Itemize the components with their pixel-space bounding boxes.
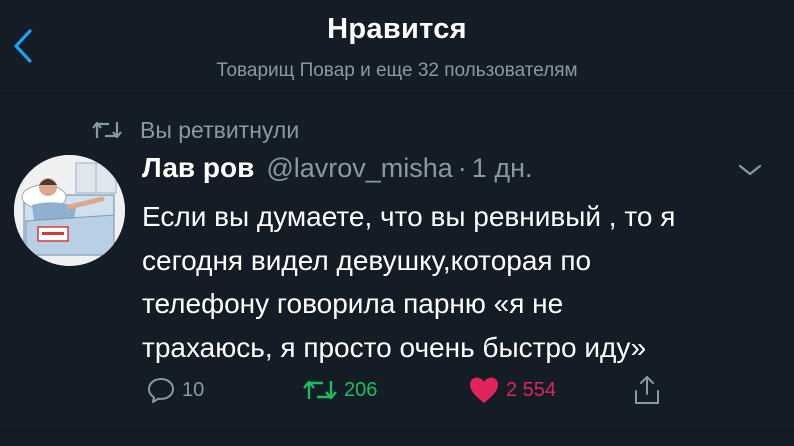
- retweet-icon: [92, 119, 122, 141]
- retweet-icon: [303, 380, 337, 400]
- page-title: Нравится: [327, 13, 467, 45]
- tweet-timestamp[interactable]: 1 дн.: [472, 153, 533, 184]
- chevron-down-icon: [738, 164, 762, 176]
- tweet-actions: 10 206 2 554: [142, 372, 682, 408]
- likes-page: Нравится Товарищ Повар и еще 32 пользова…: [0, 0, 794, 446]
- like-count: 2 554: [506, 378, 557, 401]
- tweet-header: Лав ров @lavrov_misha · 1 дн.: [142, 152, 532, 188]
- share-button[interactable]: [632, 372, 662, 408]
- tweet-text-line: трахаюсь, я просто очень быстро иду»: [142, 331, 647, 363]
- divider: [0, 430, 794, 431]
- retweet-count: 206: [344, 378, 378, 401]
- share-icon: [635, 376, 659, 404]
- retweet-indicator-label: Вы ретвитнули: [140, 116, 300, 143]
- page-subtitle: Товарищ Повар и еще 32 пользователям: [216, 60, 578, 81]
- author-display-name[interactable]: Лав ров: [142, 152, 254, 184]
- reply-button[interactable]: 10: [146, 372, 204, 408]
- tweet-options-button[interactable]: [735, 158, 765, 182]
- retweet-button[interactable]: 206: [302, 372, 377, 408]
- tweet-text-line: телефону говорила парню «я не: [142, 288, 564, 319]
- retweet-indicator: Вы ретвитнули: [92, 115, 299, 145]
- separator-dot: ·: [457, 153, 467, 183]
- heart-icon: [470, 377, 498, 403]
- reply-icon: [148, 378, 174, 403]
- like-button[interactable]: 2 554: [468, 372, 556, 408]
- reply-count: 10: [182, 378, 205, 401]
- header: Нравится Товарищ Повар и еще 32 пользова…: [0, 0, 794, 94]
- tweet-text-line: Если вы думаете, что вы ревнивый , то я: [142, 201, 676, 232]
- avatar[interactable]: [14, 155, 125, 266]
- author-handle[interactable]: @lavrov_misha: [266, 153, 452, 184]
- avatar-illustration: [14, 155, 125, 266]
- tweet-text-line: сегодня видел девушку,которая по: [142, 244, 592, 276]
- tweet-text: Если вы думаете, что вы ревнивый , то я …: [142, 195, 772, 369]
